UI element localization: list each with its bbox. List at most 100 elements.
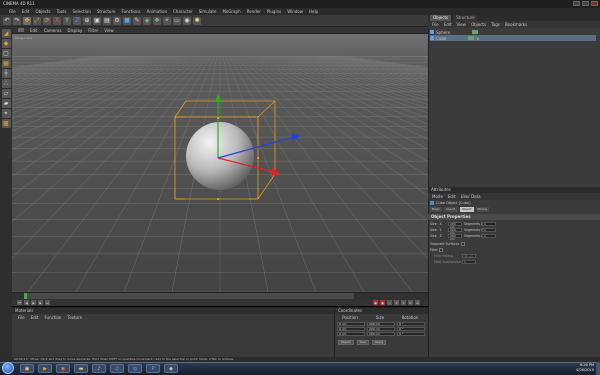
segments-z-input[interactable]: 1	[482, 234, 496, 238]
polygons-icon[interactable]: ▰	[1, 99, 11, 108]
x-axis-icon[interactable]: X	[53, 16, 61, 25]
play-icon[interactable]: ▶	[31, 300, 36, 305]
make-editable-icon[interactable]: ◢	[1, 29, 11, 38]
camera-icon[interactable]: ◉	[183, 16, 191, 25]
undo-icon[interactable]: ↶	[3, 16, 11, 25]
record-icon[interactable]: ●	[373, 300, 378, 305]
maximize-button[interactable]	[582, 1, 589, 6]
coordinate-icon[interactable]: ⊕	[83, 16, 91, 25]
app-icon[interactable]: ◆	[164, 364, 178, 373]
size-y-field[interactable]: 200 cm	[367, 327, 395, 331]
tab-coord[interactable]: Coord.	[443, 207, 458, 212]
next-frame-icon[interactable]: ▶	[38, 300, 43, 305]
separate-surfaces-checkbox[interactable]	[461, 242, 466, 246]
previous-frame-icon[interactable]: ◀	[24, 300, 29, 305]
objects-menu-tags[interactable]: Tags	[491, 21, 500, 28]
menu-file[interactable]: File	[9, 8, 16, 15]
array-icon[interactable]: ❖	[153, 16, 161, 25]
rotation-p-field[interactable]: 0 °	[397, 327, 425, 331]
viewport-menu-cameras[interactable]: Cameras	[44, 27, 62, 34]
visibility-dots-icon[interactable]	[472, 30, 479, 34]
viewport-menu-view[interactable]: View	[104, 27, 114, 34]
rotation-key-icon[interactable]: R	[408, 300, 413, 305]
visibility-dots-icon[interactable]	[468, 36, 475, 40]
objects-menu-view[interactable]: View	[456, 21, 466, 28]
size-x-input[interactable]: 200 cm	[448, 222, 462, 229]
edges-icon[interactable]: ▱	[1, 89, 11, 98]
tab-phong[interactable]: Phong	[475, 207, 489, 212]
explorer-icon[interactable]: ▣	[20, 364, 34, 373]
tab-basic[interactable]: Basic	[430, 207, 442, 212]
position-key-icon[interactable]: P	[394, 300, 399, 305]
menu-character[interactable]: Character	[173, 8, 193, 15]
menu-functions[interactable]: Functions	[121, 8, 140, 15]
attributes-menu-mode[interactable]: Mode	[432, 193, 443, 200]
menu-plugins[interactable]: Plugins	[267, 8, 281, 15]
materials-menu-file[interactable]: File	[18, 314, 25, 321]
position-z-field[interactable]: 0 cm	[337, 332, 365, 336]
points-icon[interactable]: ∴	[1, 79, 11, 88]
apply-button[interactable]: Apply	[371, 340, 387, 345]
firefox-icon[interactable]: ◉	[56, 364, 70, 373]
viewport-menu-edit[interactable]: Edit	[30, 27, 38, 34]
materials-menu-texture[interactable]: Texture	[67, 314, 82, 321]
photoshop-icon[interactable]: P	[146, 364, 160, 373]
close-button[interactable]	[591, 1, 598, 6]
scale-key-icon[interactable]: S	[401, 300, 406, 305]
fillet-subdivision-input[interactable]: 5	[462, 260, 476, 264]
menu-animation[interactable]: Animation	[147, 8, 167, 15]
light-icon[interactable]: ✺	[193, 16, 201, 25]
attributes-menu-user-data[interactable]: User Data	[461, 193, 481, 200]
objects-menu-edit[interactable]: Edit	[444, 21, 452, 28]
fillet-checkbox[interactable]	[439, 248, 444, 252]
viewport-menu-display[interactable]: Display	[68, 27, 83, 34]
menu-help[interactable]: Help	[309, 8, 318, 15]
model-icon[interactable]: ◆	[1, 39, 11, 48]
sphere-object[interactable]	[186, 122, 254, 190]
show-desktop-button[interactable]	[596, 362, 600, 375]
redo-icon[interactable]: ↷	[13, 16, 21, 25]
size-x-field[interactable]: 200 cm	[367, 322, 395, 326]
viewport-canvas[interactable]	[12, 34, 428, 292]
axis-icon[interactable]: ┼	[1, 69, 11, 78]
z-axis-icon[interactable]: Z	[73, 16, 81, 25]
itunes-icon[interactable]: ♫	[110, 364, 124, 373]
param-key-icon[interactable]: ⁂	[415, 300, 420, 305]
media-player-icon[interactable]: ▶	[38, 364, 52, 373]
materials-menu-function[interactable]: Function	[44, 314, 61, 321]
render-settings-icon[interactable]: ⚙	[113, 16, 121, 25]
menu-simulate[interactable]: Simulate	[199, 8, 217, 15]
segments-y-input[interactable]: 1	[482, 228, 496, 232]
rotation-b-field[interactable]: 0 °	[397, 332, 425, 336]
render-picture-icon[interactable]: ▤	[103, 16, 111, 25]
keyframe-selection-icon[interactable]: ◇	[387, 300, 392, 305]
list-item[interactable]: Cube ⬥	[430, 35, 596, 41]
clock-date[interactable]: 4/26/2010	[540, 368, 594, 373]
folder-icon[interactable]: ▬	[74, 364, 88, 373]
perspective-viewport[interactable]	[12, 34, 428, 292]
go-to-end-icon[interactable]: ⏭	[45, 300, 50, 305]
menu-edit[interactable]: Edit	[22, 8, 30, 15]
menu-mograph[interactable]: MoGraph	[222, 8, 240, 15]
size-y-input[interactable]: 200 cm	[448, 228, 462, 235]
coordinate-mode-select[interactable]: Object	[338, 340, 354, 345]
menu-selection[interactable]: Selection	[72, 8, 90, 15]
objects-menu-bookmarks[interactable]: Bookmarks	[505, 21, 527, 28]
workplane-icon[interactable]: ▩	[1, 119, 11, 128]
position-x-field[interactable]: 0 cm	[337, 322, 365, 326]
go-to-start-icon[interactable]: ⏮	[17, 300, 22, 305]
size-mode-select[interactable]: Size	[356, 340, 369, 345]
cube-icon[interactable]: ■	[123, 16, 131, 25]
floor-icon[interactable]: ▭	[173, 16, 181, 25]
minimize-button[interactable]	[573, 1, 580, 6]
objects-menu-file[interactable]: File	[432, 21, 439, 28]
subdivision-icon[interactable]: ◈	[143, 16, 151, 25]
tag-icon[interactable]: ⬥	[476, 36, 479, 41]
size-z-input[interactable]: 200 cm	[448, 234, 462, 241]
rotation-h-field[interactable]: 0 °	[397, 322, 425, 326]
scale-icon[interactable]: ⤢	[33, 16, 41, 25]
segments-x-input[interactable]: 1	[482, 222, 496, 226]
menu-tools[interactable]: Tools	[57, 8, 67, 15]
rotate-icon[interactable]: ⟳	[43, 16, 51, 25]
menu-structure[interactable]: Structure	[97, 8, 116, 15]
